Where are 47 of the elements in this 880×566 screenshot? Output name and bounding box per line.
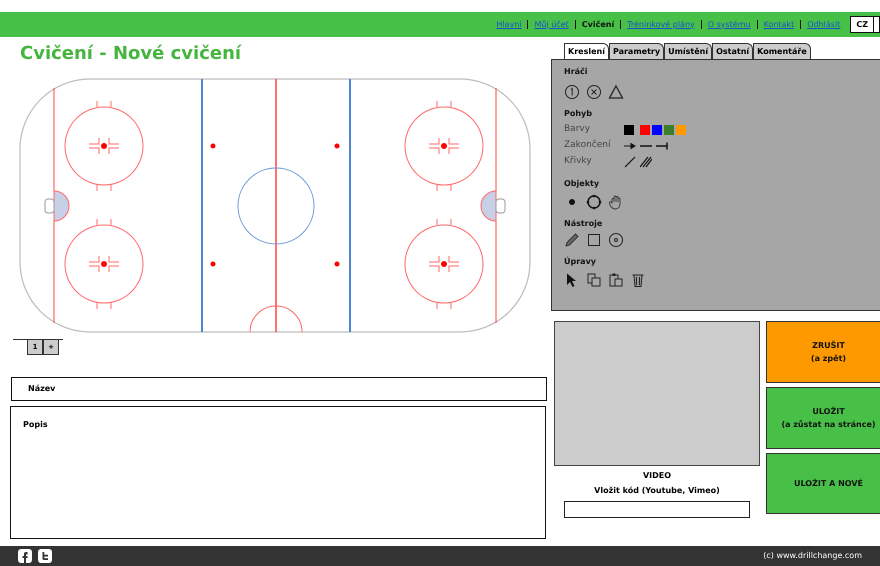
color-swatch[interactable] <box>676 125 686 135</box>
arrow-ending-icon[interactable] <box>624 142 636 150</box>
description-field[interactable]: Popis <box>10 406 546 539</box>
section-title: Pohyb <box>564 108 593 120</box>
section-title: Objekty <box>564 178 600 190</box>
video-code-field[interactable] <box>564 501 750 518</box>
tool-tab[interactable]: Parametry <box>608 43 664 59</box>
color-swatch[interactable] <box>640 125 650 135</box>
copy-icon[interactable] <box>586 272 602 288</box>
section-title: Nástroje <box>564 218 604 230</box>
video-title: VIDEO <box>642 470 672 482</box>
triangle-icon[interactable] <box>608 84 624 100</box>
action-button[interactable]: ULOŽIT (a zůstat na stránce) <box>766 387 880 449</box>
straight-line-icon[interactable] <box>624 156 636 168</box>
tool-tab[interactable]: Kreslení <box>564 43 609 59</box>
name-field[interactable]: Název <box>11 377 547 401</box>
color-swatch[interactable] <box>652 125 662 135</box>
section-title: Hráči <box>564 66 589 78</box>
tool-tab[interactable]: Umístění <box>664 43 712 59</box>
copyright-text: (c) www.drillchange.com <box>763 550 862 562</box>
color-swatch[interactable] <box>664 125 674 135</box>
cone-circle-icon[interactable] <box>586 194 602 210</box>
double-line-icon[interactable] <box>640 156 652 168</box>
section-title: Úpravy <box>564 256 597 268</box>
nav-link[interactable]: Cvičení <box>582 18 614 30</box>
tool-tab[interactable]: Komentáře <box>753 43 811 59</box>
square-icon[interactable] <box>586 232 602 248</box>
pencil-icon[interactable] <box>564 232 580 248</box>
video-hint: Vložit kód (Youtube, Vimeo) <box>594 485 720 497</box>
trash-icon[interactable] <box>630 272 646 288</box>
crossed-player-icon[interactable] <box>586 84 602 100</box>
paste-icon[interactable] <box>608 272 624 288</box>
color-swatch[interactable] <box>624 125 634 135</box>
hockey-rink-drawing[interactable] <box>19 78 531 333</box>
option-label: Barvy <box>564 123 592 136</box>
twitter-icon[interactable] <box>38 549 52 563</box>
bar-ending-icon[interactable] <box>656 142 668 150</box>
tool-tab[interactable]: Ostatní <box>712 43 754 59</box>
language-select[interactable]: CZ <box>850 16 880 33</box>
action-button[interactable]: ULOŽIT A NOVÉ <box>766 453 880 514</box>
numbered-player-icon[interactable] <box>564 84 580 100</box>
target-circle-icon[interactable] <box>608 232 624 248</box>
action-button[interactable]: ZRUŠIT (a zpět) <box>766 321 880 383</box>
page-title: Cvičení - Nové cvičení <box>20 42 243 66</box>
option-label: Křivky <box>564 155 593 168</box>
option-label: Zakončení <box>564 139 612 152</box>
facebook-icon[interactable] <box>18 549 32 563</box>
